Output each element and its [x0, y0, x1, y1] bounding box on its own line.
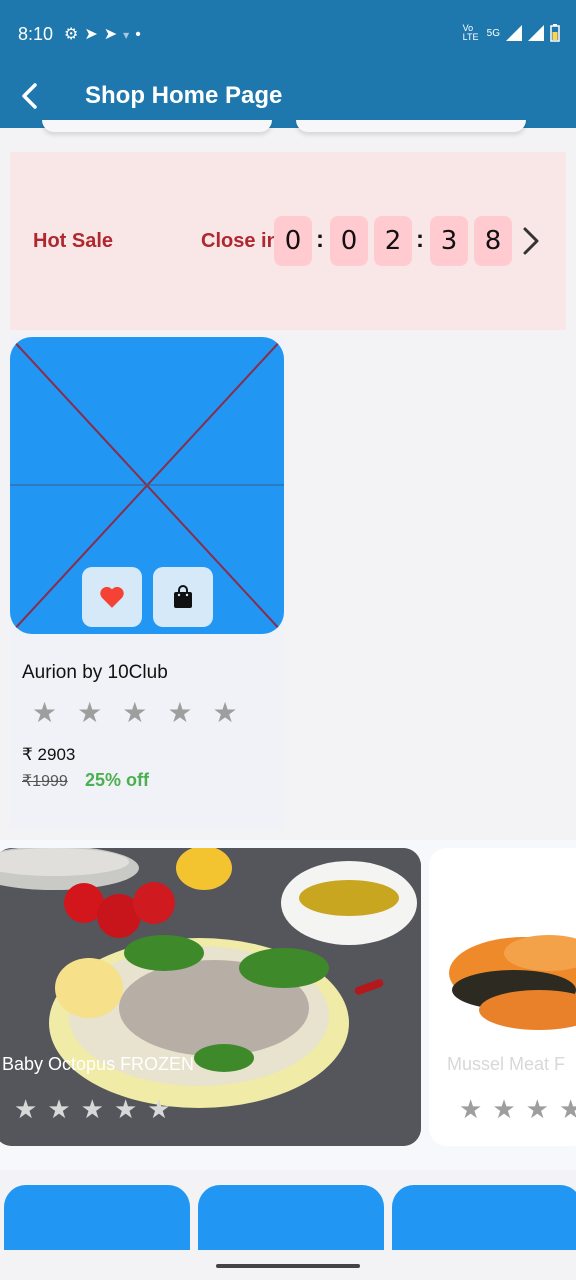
star-icon: ★ — [113, 1094, 138, 1124]
battery-icon — [550, 24, 560, 42]
heart-icon — [100, 586, 124, 608]
chevron-right-icon[interactable] — [518, 224, 544, 258]
star-icon: ★ — [459, 1094, 483, 1124]
product-image-placeholder[interactable] — [10, 337, 284, 634]
chevron-left-icon — [22, 83, 37, 109]
countdown-digit: 8 — [474, 216, 512, 266]
close-in-label: Close in — [201, 230, 279, 252]
hot-sale-label: Hot Sale — [33, 230, 114, 252]
banner-label: Mussel Meat F — [447, 1054, 566, 1074]
sim-label: Vo LTE — [462, 23, 479, 42]
shopping-bag-icon — [174, 585, 192, 608]
product-name: Aurion by 10Club — [22, 662, 168, 683]
star-icon: ★ — [147, 1094, 171, 1124]
previous-card-edge — [296, 120, 526, 132]
star-icon: ★ — [212, 697, 238, 728]
star-icon: ★ — [77, 697, 103, 728]
star-icon: ★ — [558, 1094, 576, 1124]
star-icon: ★ — [14, 1094, 38, 1124]
home-gesture-handle[interactable] — [216, 1264, 360, 1268]
favorite-button[interactable] — [82, 567, 142, 627]
notification-icons: ⚙➤➤▾• — [64, 24, 147, 44]
product-old-price: ₹1999 — [22, 773, 68, 790]
dot-icon: • — [135, 26, 147, 43]
star-icon: ★ — [525, 1094, 549, 1124]
countdown-separator: : — [316, 226, 324, 253]
banner-rating: ★ ★ ★ ★ ★ — [14, 1094, 171, 1125]
hot-sale-banner[interactable]: Hot Sale Close in 0 : 0 2 : 3 8 — [10, 152, 566, 330]
star-icon: ★ — [492, 1094, 516, 1124]
star-icon: ★ — [32, 697, 58, 728]
telegram-icon: ➤ — [84, 26, 104, 43]
image-placeholder-cross — [10, 337, 284, 634]
product-card[interactable]: Aurion by 10Club ★ ★ ★ ★ ★ ₹ 2903 ₹1999 … — [10, 337, 284, 829]
product-rating: ★ ★ ★ ★ ★ — [32, 699, 238, 727]
product-price: ₹ 2903 — [22, 745, 76, 764]
banner-rating: ★ ★ ★ ★ — [459, 1094, 576, 1125]
previous-card-edge — [42, 120, 272, 132]
back-button[interactable] — [10, 76, 50, 116]
countdown-separator: : — [416, 226, 424, 253]
star-icon: ★ — [80, 1094, 104, 1124]
telegram-icon: ➤ — [103, 26, 124, 43]
banner-carousel[interactable]: Baby Octopus FROZEN ★ ★ ★ ★ ★ Mussel Mea… — [0, 840, 576, 1170]
countdown-digit: 0 — [330, 216, 368, 266]
banner-mussel[interactable]: Mussel Meat F ★ ★ ★ ★ — [429, 848, 576, 1146]
star-icon: ★ — [167, 697, 193, 728]
gear-icon: ⚙ — [64, 26, 85, 43]
star-icon: ★ — [47, 1094, 71, 1124]
product-discount: 25% off — [85, 770, 150, 790]
status-time: 8:10 — [18, 24, 54, 44]
banner-octopus[interactable]: Baby Octopus FROZEN ★ ★ ★ ★ ★ — [0, 848, 421, 1146]
system-nav-bar — [0, 1250, 576, 1280]
banner-label: Baby Octopus FROZEN — [2, 1054, 195, 1074]
system-icons: Vo LTE 5G — [463, 24, 560, 42]
network-label: 5G — [486, 27, 500, 39]
add-to-cart-button[interactable] — [153, 567, 213, 627]
signal-icon — [528, 25, 544, 41]
star-icon: ★ — [122, 697, 148, 728]
signal-icon — [506, 25, 522, 41]
countdown-digit: 3 — [430, 216, 468, 266]
page-title: Shop Home Page — [85, 82, 283, 109]
status-bar: 8:10 ⚙➤➤▾• Vo LTE 5G — [0, 0, 576, 70]
countdown-digit: 2 — [374, 216, 412, 266]
countdown-digit: 0 — [274, 216, 312, 266]
wifi-icon: ▾ — [123, 28, 136, 42]
